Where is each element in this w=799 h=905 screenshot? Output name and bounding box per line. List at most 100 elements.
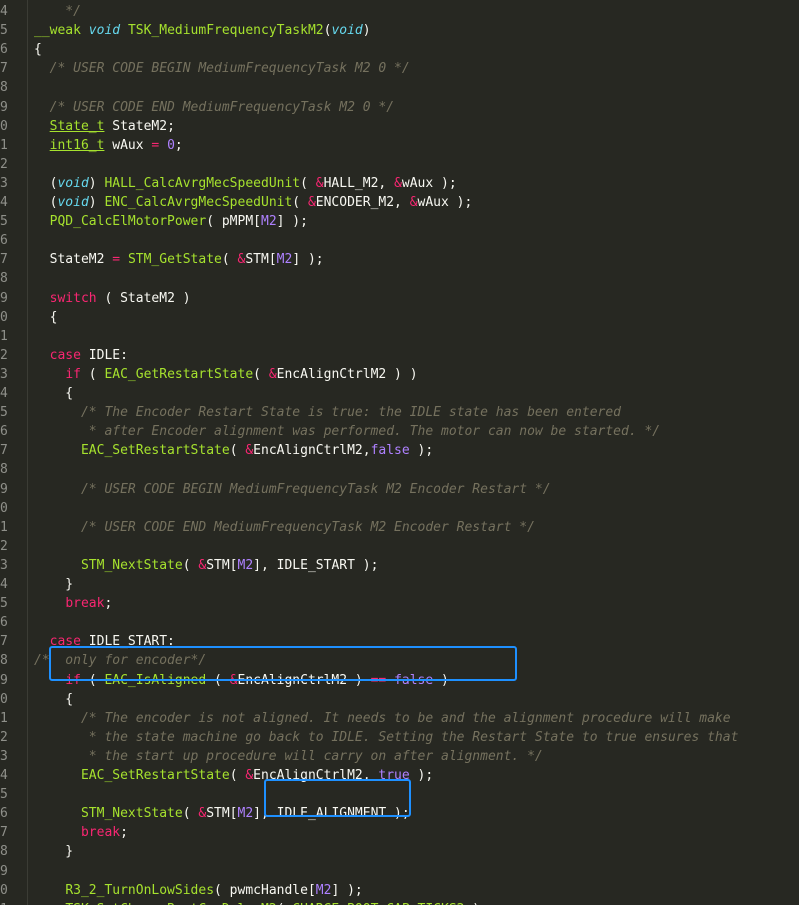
code-text: } (34, 842, 73, 861)
line-number: 0 (0, 882, 8, 898)
code-line[interactable]: 9 (0, 862, 799, 881)
code-line[interactable]: 6 * after Encoder alignment was performe… (0, 422, 799, 441)
code-line[interactable]: 1 /* USER CODE END MediumFrequencyTask M… (0, 518, 799, 537)
code-text: __weak void TSK_MediumFrequencyTaskM2(vo… (34, 21, 371, 40)
code-line[interactable]: 0 { (0, 690, 799, 709)
code-line[interactable]: 5 (0, 785, 799, 804)
code-token: EAC_SetRestartState (80, 768, 230, 783)
code-token: false (394, 672, 434, 688)
code-token: & (394, 175, 402, 191)
line-number: 5 (0, 787, 8, 803)
code-token: * the state machine go back to IDLE. Set… (34, 729, 739, 745)
line-number: 7 (0, 443, 8, 459)
code-text: * after Encoder alignment was performed.… (34, 422, 660, 441)
code-line[interactable]: 6 (0, 613, 799, 632)
code-token: StateM2 (34, 252, 113, 268)
code-line[interactable]: 6{ (0, 40, 799, 59)
code-line[interactable]: 9 if ( EAC_IsAligned ( &EncAlignCtrlM2 )… (0, 671, 799, 690)
code-token: ] ); (276, 214, 308, 230)
code-token: */ (34, 4, 81, 19)
code-line[interactable]: 2 * the state machine go back to IDLE. S… (0, 728, 799, 747)
code-line[interactable]: 1 (0, 327, 799, 346)
code-line[interactable]: 4 EAC_SetRestartState( &EncAlignCtrlM2, … (0, 766, 799, 785)
code-line[interactable]: 3 if ( EAC_GetRestartState( &EncAlignCtr… (0, 365, 799, 384)
line-number: 3 (0, 366, 8, 382)
line-number: 4 (0, 386, 8, 401)
code-line[interactable]: 4 */ (0, 2, 799, 21)
code-token: ] ); (292, 252, 324, 268)
code-token: HALL_CalcAvrgMecSpeedUnit (104, 175, 301, 191)
code-text: switch ( StateM2 ) (34, 289, 191, 308)
code-line[interactable]: 7 StateM2 = STM_GetState( &STM[M2] ); (0, 250, 799, 269)
code-line[interactable]: 0 { (0, 308, 799, 327)
code-line[interactable]: 8 } (0, 842, 799, 861)
code-token: M2 (261, 214, 277, 230)
code-line[interactable]: 1 TSK_SetChargeBootCapDelayM2( CHARGE_BO… (0, 900, 799, 905)
code-line[interactable]: 4 (void) ENC_CalcAvrgMecSpeedUnit( &ENCO… (0, 193, 799, 212)
code-line[interactable]: 7 case IDLE_START: (0, 632, 799, 651)
code-line[interactable]: 2 case IDLE: (0, 346, 799, 365)
code-line[interactable]: 5 PQD_CalcElMotorPower( pMPM[M2] ); (0, 212, 799, 231)
code-line[interactable]: 7 /* USER CODE BEGIN MediumFrequencyTask… (0, 59, 799, 78)
code-line[interactable]: 2 (0, 155, 799, 174)
code-text: STM_NextState( &STM[M2], IDLE_START ); (34, 556, 378, 575)
code-token: ( (206, 672, 230, 688)
code-text: if ( EAC_GetRestartState( &EncAlignCtrlM… (34, 365, 417, 384)
line-number: 7 (0, 61, 8, 77)
code-line[interactable]: 0 State_t StateM2; (0, 117, 799, 136)
code-line[interactable]: 8 /* only for encoder*/ (0, 651, 799, 670)
code-line[interactable]: 6 (0, 231, 799, 250)
code-text: { (34, 40, 42, 59)
code-text: { (34, 308, 58, 327)
line-number: 8 (0, 271, 8, 287)
code-line[interactable]: 1 /* The encoder is not aligned. It need… (0, 709, 799, 728)
code-line[interactable]: 8 (0, 269, 799, 288)
code-token: { (34, 386, 74, 401)
code-line[interactable]: 0 (0, 499, 799, 518)
code-line[interactable]: 3 STM_NextState( &STM[M2], IDLE_START ); (0, 556, 799, 575)
code-line[interactable]: 3 * the start up procedure will carry on… (0, 747, 799, 766)
code-token: ( pwmcHandle[ (214, 882, 316, 898)
code-line[interactable]: 0 R3_2_TurnOnLowSides( pwmcHandle[M2] ); (0, 881, 799, 900)
code-line[interactable]: 2 (0, 537, 799, 556)
code-line[interactable]: 9 /* USER CODE BEGIN MediumFrequencyTask… (0, 480, 799, 499)
code-line[interactable]: 5 __weak void TSK_MediumFrequencyTaskM2(v… (0, 21, 799, 40)
code-token: void (57, 195, 89, 210)
code-line[interactable]: 1 int16_t wAux = 0; (0, 136, 799, 155)
line-number: 1 (0, 519, 8, 535)
code-token: ( (34, 195, 58, 210)
code-line[interactable]: 9 /* USER CODE END MediumFrequencyTask M… (0, 98, 799, 117)
code-line[interactable]: 7 break; (0, 823, 799, 842)
code-token: if (65, 366, 81, 382)
code-token: /* USER CODE END MediumFrequencyTask M2 … (34, 519, 535, 535)
code-line[interactable]: 6 STM_NextState( &STM[M2], IDLE_ALIGNMEN… (0, 804, 799, 823)
code-text: /* only for encoder*/ (34, 651, 206, 670)
code-token: switch (49, 290, 97, 306)
code-line[interactable]: 7 EAC_SetRestartState( &EncAlignCtrlM2,f… (0, 441, 799, 460)
code-line[interactable]: 5 /* The Encoder Restart State is true: … (0, 403, 799, 422)
code-token: void (331, 23, 363, 39)
code-editor[interactable]: 4 */ 5 __weak void TSK_MediumFrequencyTask… (0, 0, 799, 905)
code-text: /* USER CODE BEGIN MediumFrequencyTask M… (34, 59, 410, 78)
code-line[interactable]: 3 (void) HALL_CalcAvrgMecSpeedUnit( &HAL… (0, 174, 799, 193)
code-line[interactable]: 5 break; (0, 594, 799, 613)
code-token: * the start up procedure will carry on a… (34, 748, 543, 764)
code-token: break (80, 825, 121, 841)
code-line[interactable]: 9 switch ( StateM2 ) (0, 289, 799, 308)
code-line[interactable]: 4 } (0, 575, 799, 594)
code-token: case (49, 634, 81, 650)
code-token: ; (120, 825, 128, 841)
line-number: 3 (0, 175, 8, 191)
code-token: /* only for encoder*/ (34, 653, 207, 669)
code-line[interactable]: 8 (0, 460, 799, 479)
code-line[interactable]: 8 (0, 78, 799, 97)
code-token: EncAlignCtrlM2, (253, 768, 379, 783)
code-token: ) (433, 672, 449, 688)
code-token: ( (292, 195, 308, 210)
code-line[interactable]: 4 { (0, 384, 799, 403)
